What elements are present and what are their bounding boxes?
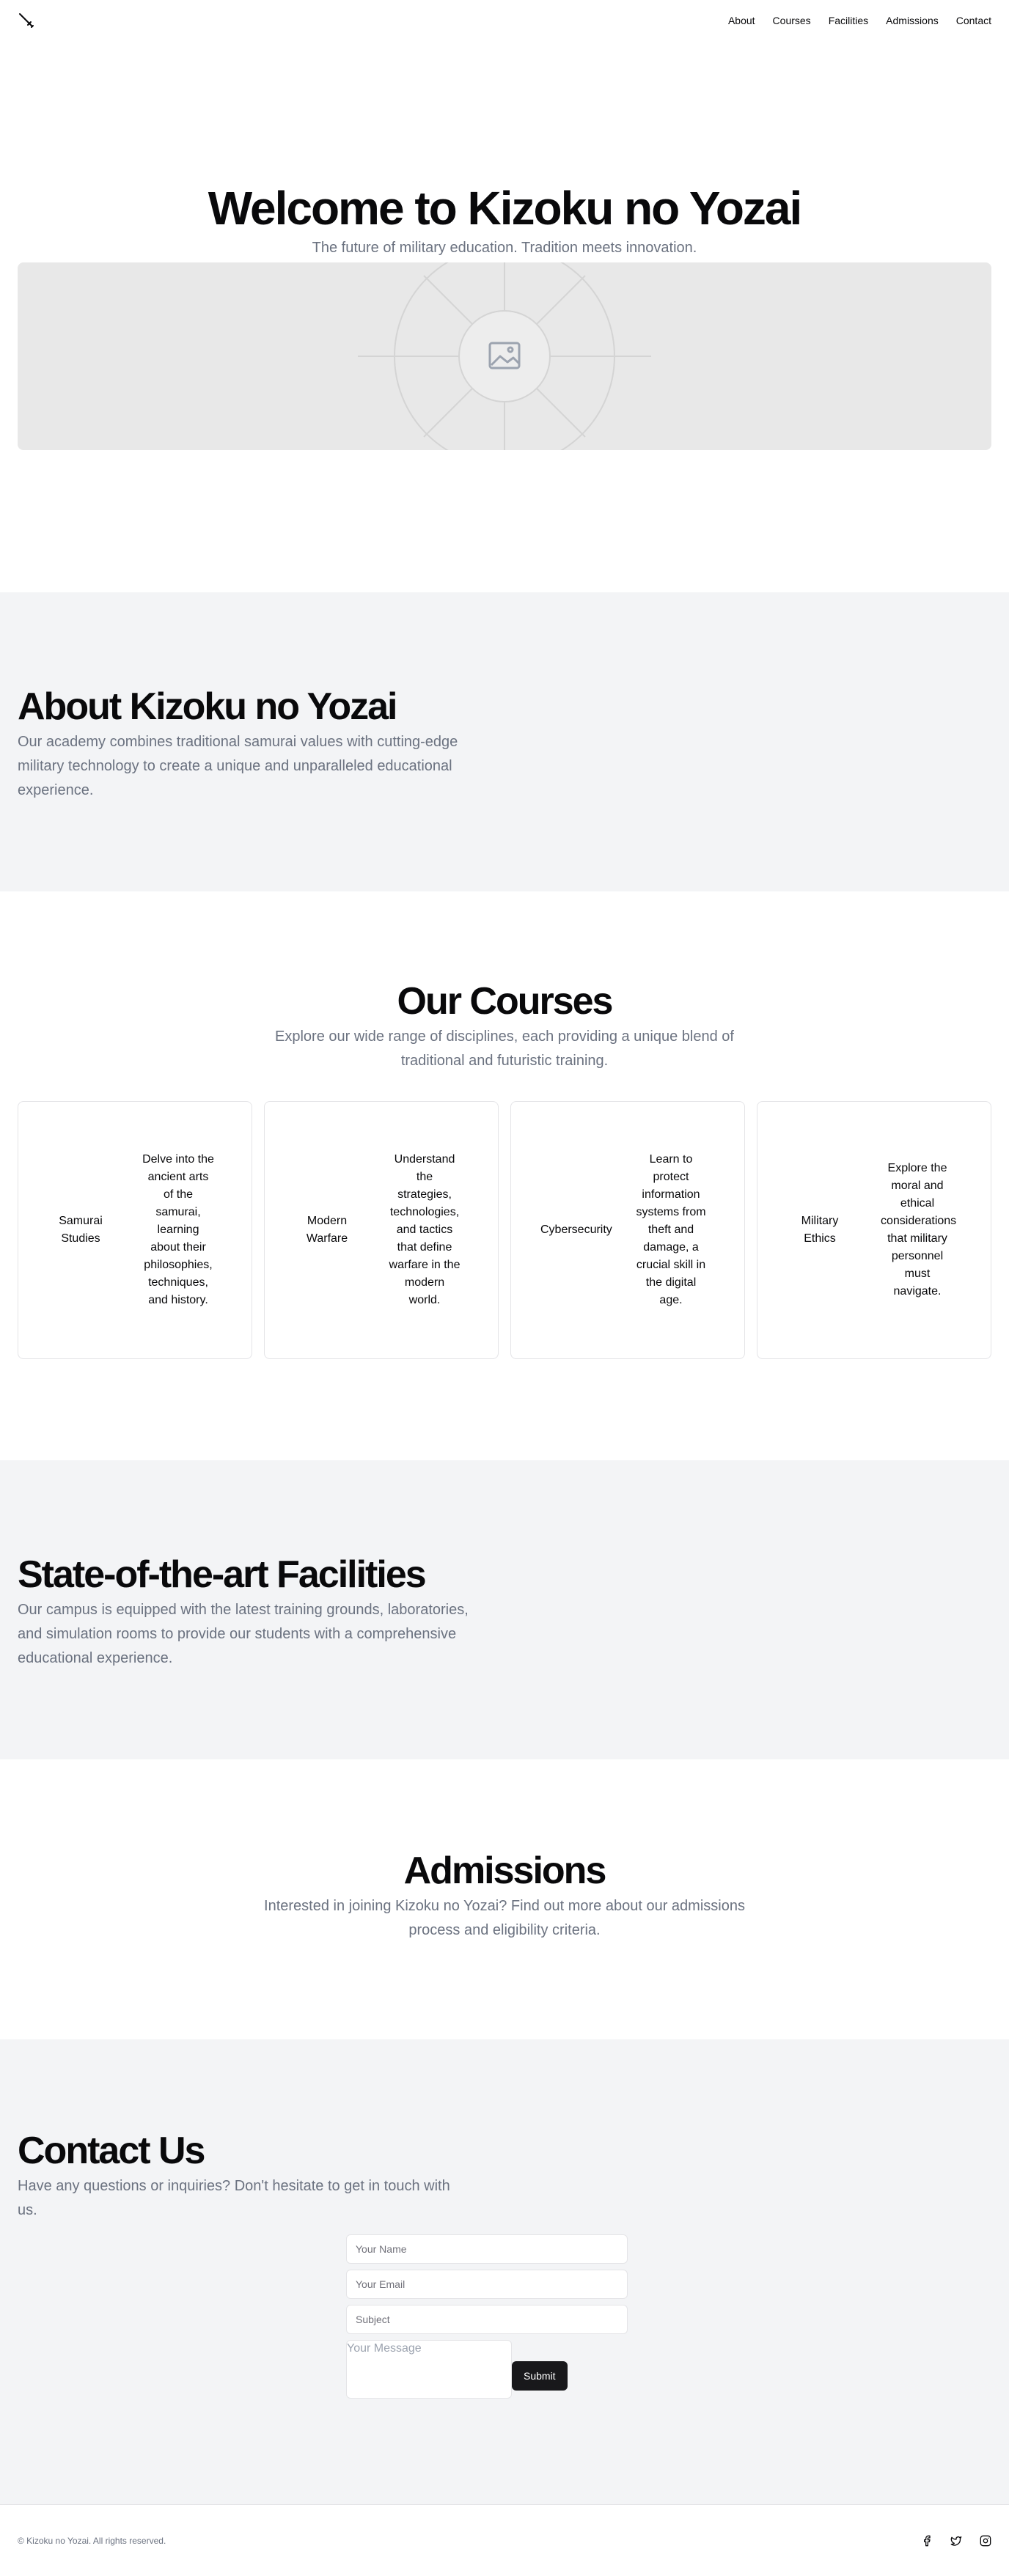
hero-subtitle: The future of military education. Tradit… — [312, 240, 697, 256]
facilities-text: Our campus is equipped with the latest t… — [18, 1602, 469, 1666]
course-name: Military Ethics — [801, 1215, 839, 1245]
instagram-icon[interactable] — [980, 2535, 991, 2547]
course-name: Modern Warfare — [306, 1215, 348, 1245]
copyright-text: © Kizoku no Yozai. All rights reserved. — [18, 2535, 166, 2546]
submit-button[interactable]: Submit — [512, 2361, 568, 2391]
social-links — [921, 2535, 991, 2547]
admissions-section: Admissions Interested in joining Kizoku … — [0, 1759, 1009, 2039]
courses-title: Our Courses — [397, 980, 614, 1023]
nav-link-facilities[interactable]: Facilities — [829, 15, 868, 26]
subject-input[interactable] — [346, 2305, 628, 2334]
nav-link-admissions[interactable]: Admissions — [886, 15, 939, 26]
hero-section: Welcome to Kizoku no Yozai The future of… — [0, 41, 1009, 592]
courses-text: Explore our wide range of disciplines, e… — [275, 1028, 734, 1069]
course-card[interactable]: Military Ethics Explore the moral and et… — [757, 1101, 991, 1359]
courses-section: Our Courses Explore our wide range of di… — [0, 891, 1009, 1460]
contact-text: Have any questions or inquiries? Don't h… — [18, 2178, 450, 2218]
facilities-section: State-of-the-art Facilities Our campus i… — [0, 1460, 1009, 1759]
course-card[interactable]: Cybersecurity Learn to protect informati… — [510, 1101, 745, 1359]
facebook-icon[interactable] — [921, 2535, 933, 2547]
contact-form: Submit — [346, 2234, 628, 2399]
name-input[interactable] — [346, 2234, 628, 2264]
course-name: Cybersecurity — [540, 1223, 612, 1236]
course-description: Learn to protect information systems fro… — [636, 1153, 706, 1306]
course-description: Understand the strategies, technologies,… — [389, 1153, 461, 1306]
admissions-title: Admissions — [403, 1850, 607, 1892]
nav-link-about[interactable]: About — [728, 15, 755, 26]
logo-sword-icon[interactable] — [18, 12, 35, 29]
nav-link-contact[interactable]: Contact — [956, 15, 991, 26]
about-section: About Kizoku no Yozai Our academy combin… — [0, 592, 1009, 891]
contact-section: Contact Us Have any questions or inquiri… — [0, 2039, 1009, 2504]
about-text: Our academy combines traditional samurai… — [18, 734, 458, 798]
course-description: Delve into the ancient arts of the samur… — [142, 1153, 214, 1306]
nav-link-courses[interactable]: Courses — [773, 15, 811, 26]
site-header: About Courses Facilities Admissions Cont… — [0, 0, 1009, 41]
message-row: Submit — [346, 2340, 628, 2399]
course-card[interactable]: Modern Warfare Understand the strategies… — [264, 1101, 499, 1359]
facilities-title: State-of-the-art Facilities — [18, 1553, 427, 1596]
twitter-icon[interactable] — [950, 2535, 962, 2547]
admissions-text: Interested in joining Kizoku no Yozai? F… — [264, 1898, 745, 1938]
email-input[interactable] — [346, 2270, 628, 2299]
main-nav: About Courses Facilities Admissions Cont… — [728, 15, 991, 26]
course-card[interactable]: Samurai Studies Delve into the ancient a… — [18, 1101, 252, 1359]
message-textarea[interactable] — [346, 2340, 512, 2399]
hero-image — [18, 262, 991, 450]
course-description: Explore the moral and ethical considerat… — [881, 1162, 957, 1298]
course-name: Samurai Studies — [59, 1215, 103, 1245]
hero-title: Welcome to Kizoku no Yozai — [208, 182, 803, 235]
image-placeholder-icon — [358, 262, 651, 450]
contact-title: Contact Us — [18, 2130, 205, 2172]
about-title: About Kizoku no Yozai — [18, 685, 398, 728]
course-grid: Samurai Studies Delve into the ancient a… — [18, 1101, 991, 1359]
site-footer: © Kizoku no Yozai. All rights reserved. — [0, 2504, 1009, 2576]
